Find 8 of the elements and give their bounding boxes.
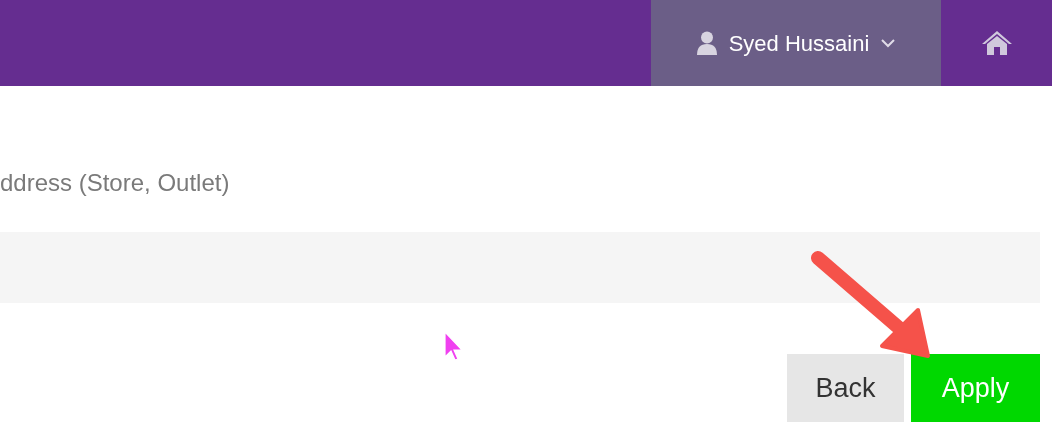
- back-button[interactable]: Back: [787, 354, 904, 422]
- home-icon[interactable]: [980, 30, 1013, 56]
- user-menu[interactable]: Syed Hussaini: [651, 0, 941, 86]
- pointer-icon: [444, 331, 464, 361]
- input-field[interactable]: [0, 232, 1040, 303]
- user-icon: [696, 31, 717, 55]
- field-label: ddress (Store, Outlet): [0, 168, 231, 198]
- chevron-icon: [881, 38, 896, 48]
